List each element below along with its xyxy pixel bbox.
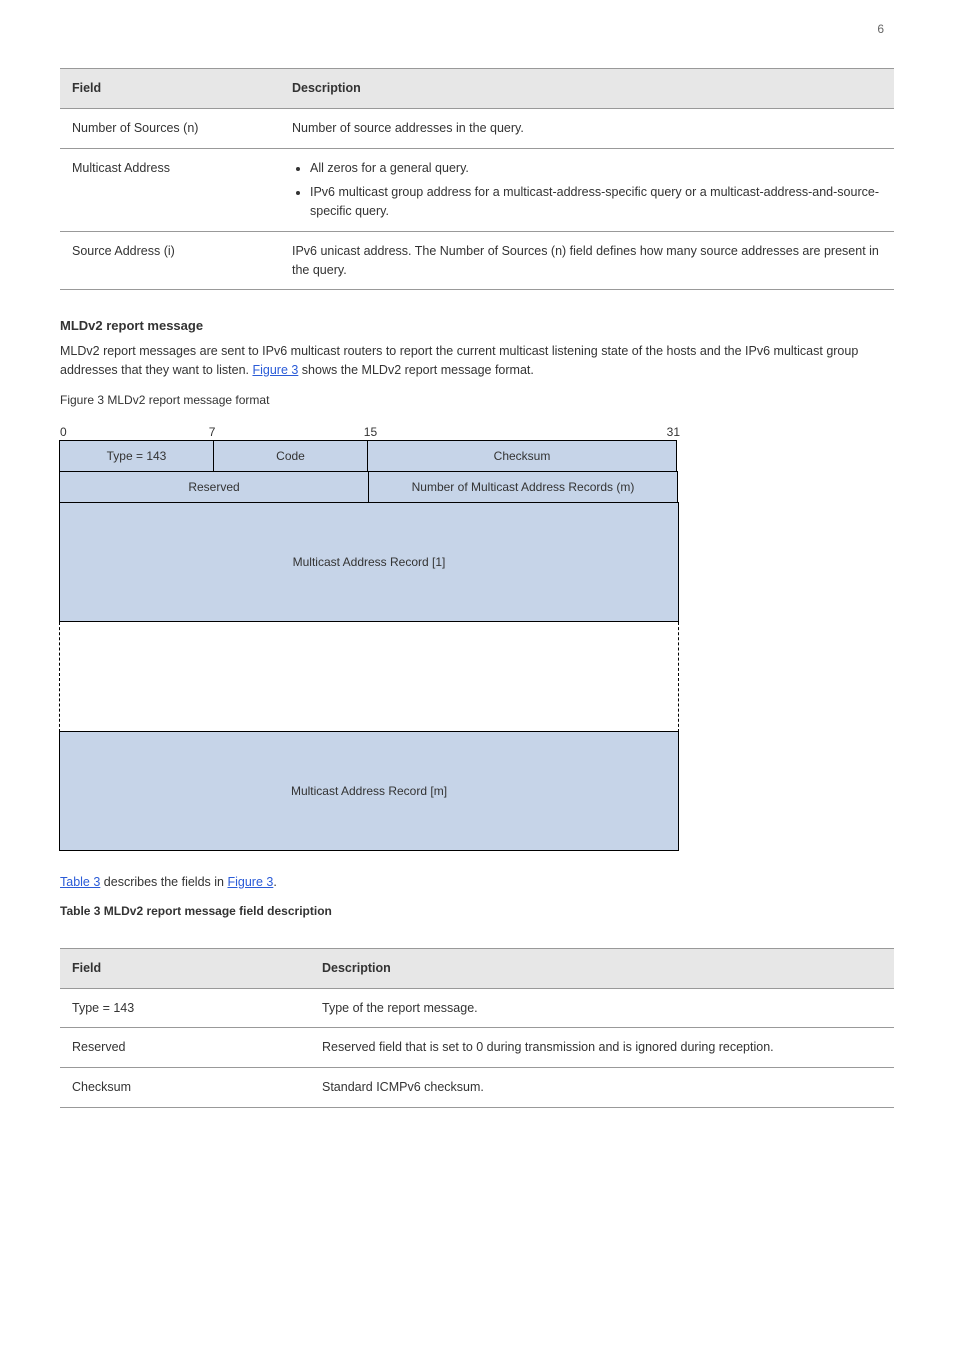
pkt-field-checksum: Checksum (367, 440, 677, 472)
cell-field: Reserved (60, 1028, 310, 1068)
cell-field: Type = 143 (60, 988, 310, 1028)
bit-marker: 7 (209, 423, 216, 441)
bit-marker: 0 (60, 423, 67, 441)
cell-field: Checksum (60, 1068, 310, 1108)
pkt-field-record-1: Multicast Address Record [1] (59, 502, 679, 622)
packet-diagram: 0 7 15 31 Type = 143 Code Checksum Reser… (60, 423, 680, 851)
cell-desc: All zeros for a general query. IPv6 mult… (280, 148, 894, 231)
pkt-field-type: Type = 143 (59, 440, 214, 472)
table-row: Type = 143 Type of the report message. (60, 988, 894, 1028)
section-heading: MLDv2 report message (60, 316, 894, 336)
col-header-desc: Description (280, 69, 894, 109)
field-desc-table-2: Field Description Type = 143 Type of the… (60, 948, 894, 1108)
page-number: 6 (877, 20, 884, 38)
col-header-field: Field (60, 69, 280, 109)
table-row: Number of Sources (n) Number of source a… (60, 108, 894, 148)
bit-marker: 31 (667, 423, 680, 441)
cell-desc: IPv6 unicast address. The Number of Sour… (280, 231, 894, 290)
bit-scale: 0 7 15 31 (60, 423, 680, 441)
pkt-field-record-m: Multicast Address Record [m] (59, 731, 679, 851)
cell-desc: Reserved field that is set to 0 during t… (310, 1028, 894, 1068)
table-link[interactable]: Table 3 (60, 875, 100, 889)
pkt-gap-ellipsis (59, 622, 679, 732)
text: describes the fields in (100, 875, 227, 889)
list-item: IPv6 multicast group address for a multi… (310, 183, 882, 221)
text: . (273, 875, 276, 889)
list-item: All zeros for a general query. (310, 159, 882, 178)
table-row: Source Address (i) IPv6 unicast address.… (60, 231, 894, 290)
table-caption: Table 3 MLDv2 report message field descr… (60, 902, 894, 920)
pkt-field-code: Code (213, 440, 368, 472)
body-paragraph: Table 3 describes the fields in Figure 3… (60, 873, 894, 892)
pkt-field-num-records: Number of Multicast Address Records (m) (368, 471, 678, 503)
figure-link[interactable]: Figure 3 (227, 875, 273, 889)
bit-marker: 15 (364, 423, 377, 441)
figure-label: Figure 3 MLDv2 report message format (60, 391, 894, 409)
col-header-desc: Description (310, 948, 894, 988)
field-desc-table-1: Field Description Number of Sources (n) … (60, 68, 894, 290)
pkt-field-reserved: Reserved (59, 471, 369, 503)
cell-desc: Standard ICMPv6 checksum. (310, 1068, 894, 1108)
cell-field: Source Address (i) (60, 231, 280, 290)
table-row: Checksum Standard ICMPv6 checksum. (60, 1068, 894, 1108)
cell-field: Multicast Address (60, 148, 280, 231)
table-row: Multicast Address All zeros for a genera… (60, 148, 894, 231)
body-paragraph: MLDv2 report messages are sent to IPv6 m… (60, 342, 894, 381)
col-header-field: Field (60, 948, 310, 988)
cell-desc: Number of source addresses in the query. (280, 108, 894, 148)
cell-field: Number of Sources (n) (60, 108, 280, 148)
text: shows the MLDv2 report message format. (298, 363, 534, 377)
figure-link[interactable]: Figure 3 (252, 363, 298, 377)
table-row: Reserved Reserved field that is set to 0… (60, 1028, 894, 1068)
cell-desc: Type of the report message. (310, 988, 894, 1028)
